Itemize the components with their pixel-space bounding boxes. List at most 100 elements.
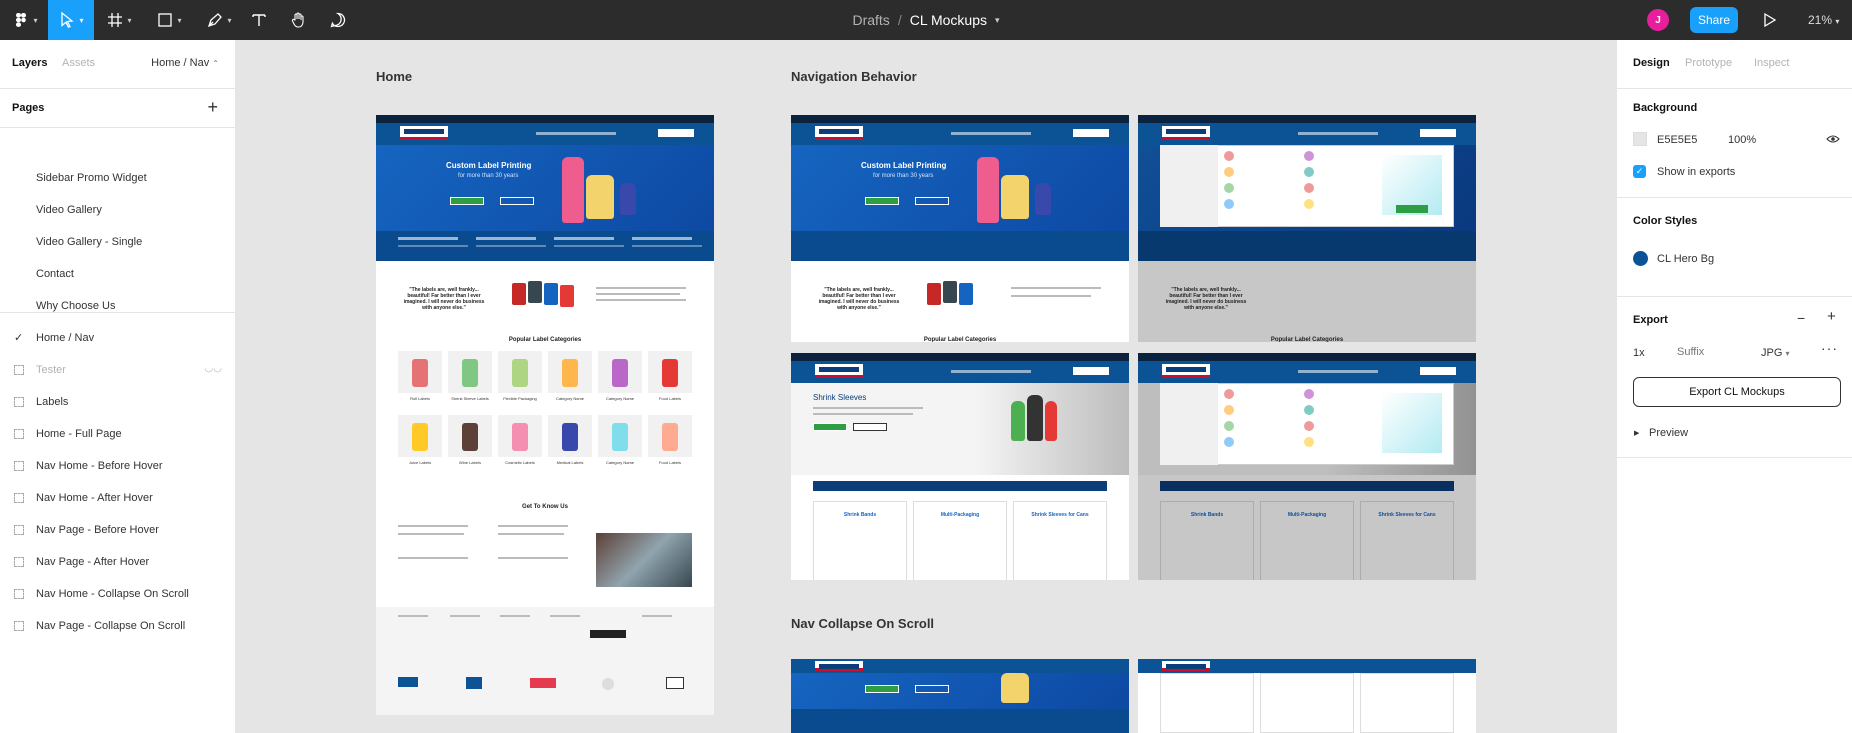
mock-text xyxy=(398,525,468,527)
share-button[interactable]: Share xyxy=(1690,7,1738,33)
frame-title-nav-collapse[interactable]: Nav Collapse On Scroll xyxy=(791,616,934,631)
add-page-icon[interactable]: + xyxy=(207,97,218,118)
page-item-label: Nav Page - After Hover xyxy=(36,556,150,568)
mock-text xyxy=(596,299,686,301)
avatar[interactable]: J xyxy=(1647,9,1669,31)
color-style-name[interactable]: CL Hero Bg xyxy=(1657,253,1714,265)
frame-title-navigation-behavior[interactable]: Navigation Behavior xyxy=(791,69,917,84)
background-hex[interactable]: E5E5E5 xyxy=(1657,134,1697,146)
mock-cta xyxy=(813,423,847,431)
color-style-swatch[interactable] xyxy=(1633,251,1648,266)
page-item-label: Labels xyxy=(36,396,69,408)
frame-icon xyxy=(14,365,24,375)
more-icon[interactable]: ··· xyxy=(1821,340,1838,356)
tab-layers[interactable]: Layers xyxy=(12,57,47,69)
current-page-label: Home / Nav xyxy=(151,57,210,69)
mock-bottle xyxy=(620,183,636,215)
mock-card-title: Shrink Sleeves for Cans xyxy=(1031,512,1089,518)
eye-icon[interactable] xyxy=(1826,134,1840,144)
nav-home-before-hover-frame[interactable]: Custom Label Printing for more than 30 y… xyxy=(791,115,1129,342)
mock-menu-item xyxy=(1304,167,1314,177)
page-item[interactable]: Video Gallery - Single xyxy=(0,228,236,256)
mock-search xyxy=(1073,367,1109,375)
chevron-down-icon: ▾ xyxy=(79,15,84,25)
caret-right-icon[interactable]: ▶ xyxy=(1634,429,1639,437)
export-button[interactable]: Export CL Mockups xyxy=(1633,377,1841,407)
move-tool-button[interactable]: ▾ xyxy=(48,0,94,40)
export-suffix-input[interactable] xyxy=(1677,342,1737,362)
plus-icon[interactable]: + xyxy=(1827,308,1836,325)
category-image xyxy=(412,359,428,387)
frame-title-home[interactable]: Home xyxy=(376,69,412,84)
mock-cta xyxy=(450,197,484,205)
mock-text xyxy=(498,533,564,535)
category-label: Category Name xyxy=(605,396,634,401)
background-swatch[interactable] xyxy=(1633,132,1647,146)
pen-tool-button[interactable]: ▾ xyxy=(198,0,240,40)
page-item[interactable]: Nav Home - After Hover xyxy=(0,484,236,512)
page-item[interactable]: Nav Page - Before Hover xyxy=(0,516,236,544)
chevron-up-icon: ⌃ xyxy=(212,59,219,68)
tab-design[interactable]: Design xyxy=(1633,57,1670,69)
chevron-down-icon[interactable]: ▾ xyxy=(995,15,1000,26)
comment-tool-button[interactable] xyxy=(327,0,349,40)
nav-home-after-hover-frame[interactable]: "The labels are, well frankly... beautif… xyxy=(1138,115,1476,342)
category-tile xyxy=(448,415,492,457)
page-item[interactable]: Nav Page - After Hover xyxy=(0,548,236,576)
nav-page-collapse-frame[interactable] xyxy=(1138,659,1476,733)
mock-popular-heading: Popular Label Categories xyxy=(1270,337,1344,342)
canvas[interactable]: Home Navigation Behavior Nav Collapse On… xyxy=(237,40,1615,733)
page-item-label: Sidebar Promo Widget xyxy=(36,172,147,184)
zoom-level[interactable]: 21% ▾ xyxy=(1808,13,1839,27)
text-tool-button[interactable] xyxy=(248,0,270,40)
figma-menu-icon xyxy=(16,13,27,27)
page-item[interactable]: Contact xyxy=(0,260,236,288)
nav-home-collapse-frame[interactable] xyxy=(791,659,1129,733)
preview-label[interactable]: Preview xyxy=(1649,427,1688,439)
page-item[interactable]: Nav Home - Before Hover xyxy=(0,452,236,480)
play-icon[interactable] xyxy=(1760,11,1778,29)
mock-label-product xyxy=(927,283,941,305)
export-heading: Export xyxy=(1633,314,1668,326)
file-name[interactable]: CL Mockups xyxy=(910,12,987,28)
page-item[interactable]: Nav Home - Collapse On Scroll xyxy=(0,580,236,608)
page-item[interactable]: Home - Full Page xyxy=(0,420,236,448)
export-format[interactable]: JPG ▾ xyxy=(1761,347,1789,359)
mock-footer xyxy=(376,607,714,715)
mock-feature-text xyxy=(554,245,624,247)
tab-assets[interactable]: Assets xyxy=(62,57,95,69)
current-page-selector[interactable]: Home / Nav ⌃ xyxy=(151,57,219,69)
chevron-down-icon: ▾ xyxy=(33,15,38,25)
main-menu-button[interactable]: ▾ xyxy=(6,0,44,40)
shape-tool-button[interactable]: ▾ xyxy=(148,0,190,40)
tab-prototype[interactable]: Prototype xyxy=(1685,57,1732,69)
nav-page-before-hover-frame[interactable]: Shrink Sleeves Shrink Bands Multi-Packag… xyxy=(791,353,1129,580)
frame-tool-button[interactable]: ▾ xyxy=(98,0,140,40)
tab-inspect[interactable]: Inspect xyxy=(1754,57,1789,69)
hand-tool-button[interactable] xyxy=(288,0,310,40)
mock-menu-promo-button xyxy=(1396,205,1428,213)
mock-text xyxy=(498,525,568,527)
minus-icon[interactable]: − xyxy=(1797,310,1805,326)
frame-icon xyxy=(14,429,24,439)
show-in-exports-checkbox[interactable]: ✓ xyxy=(1633,165,1646,178)
home-frame[interactable]: Custom Label Printing for more than 30 y… xyxy=(376,115,714,715)
page-item-label: Video Gallery - Single xyxy=(36,236,143,248)
mock-bottle xyxy=(1035,183,1051,215)
page-item[interactable]: Why Choose Us xyxy=(0,292,236,320)
page-item[interactable]: Labels xyxy=(0,388,236,416)
breadcrumb-folder[interactable]: Drafts xyxy=(852,12,889,28)
checkmark-icon: ✓ xyxy=(1635,166,1644,176)
mock-footer-button xyxy=(590,630,626,638)
export-scale[interactable]: 1x xyxy=(1633,347,1645,359)
page-item[interactable]: Sidebar Promo Widget xyxy=(0,164,236,192)
nav-page-after-hover-frame[interactable]: Shrink Bands Multi-Packaging Shrink Slee… xyxy=(1138,353,1476,580)
page-item[interactable]: ✓ Home / Nav xyxy=(0,324,236,352)
page-item[interactable]: Tester ◡◡ xyxy=(0,356,236,384)
page-item[interactable]: Nav Page - Collapse On Scroll xyxy=(0,612,236,640)
background-opacity[interactable]: 100% xyxy=(1728,134,1756,146)
hidden-icon[interactable]: ◡◡ xyxy=(205,363,222,374)
page-item[interactable]: Video Gallery xyxy=(0,196,236,224)
category-tile xyxy=(448,351,492,393)
category-image xyxy=(462,359,478,387)
